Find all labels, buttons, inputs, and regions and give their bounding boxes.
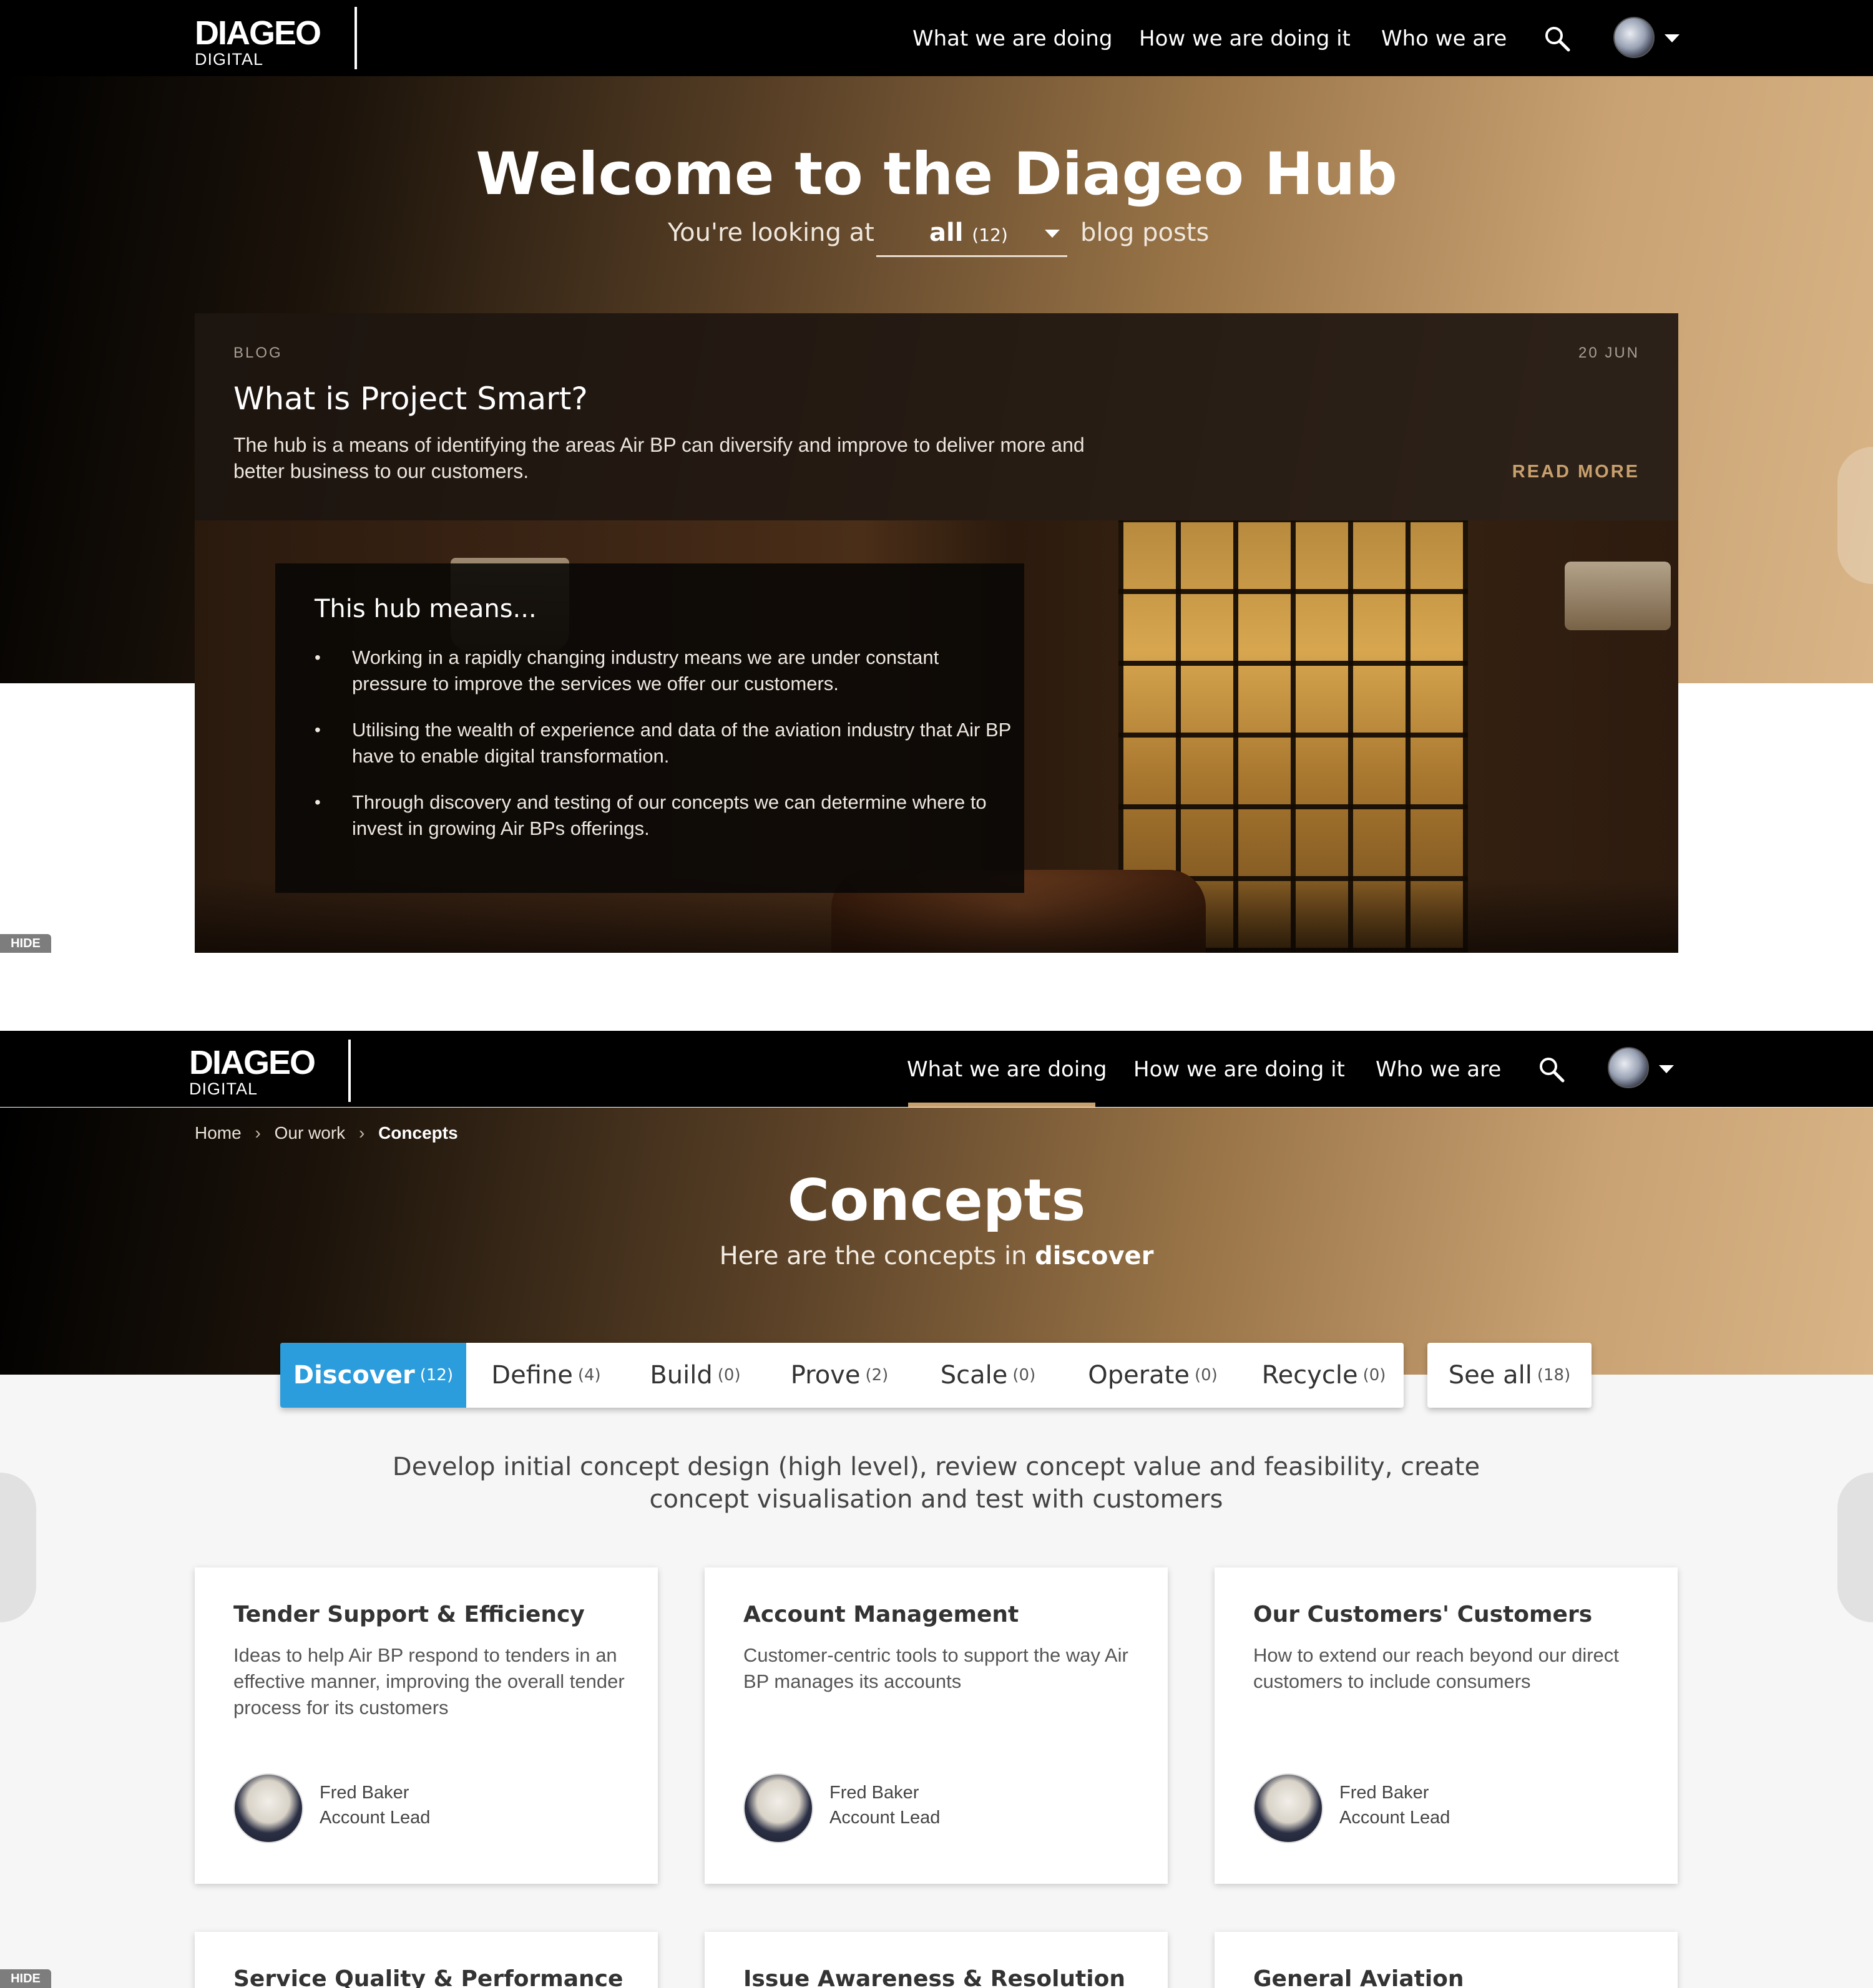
hero-banner [0, 1108, 1873, 1375]
list-item: Through discovery and testing of our con… [315, 789, 1014, 842]
nav-link-what-we-are-doing[interactable]: What we are doing [907, 1057, 1107, 1082]
search-icon[interactable] [1538, 1056, 1565, 1083]
owner-name: Fred Baker [320, 1783, 409, 1803]
concept-title: Account Management [743, 1602, 1019, 1627]
search-icon[interactable] [1543, 25, 1571, 52]
owner-role: Account Lead [1339, 1808, 1450, 1828]
page-title: Concepts [787, 1167, 1086, 1234]
post-title[interactable]: What is Project Smart? [233, 381, 588, 417]
breadcrumb-separator: › [358, 1123, 365, 1143]
logo-subtitle: DIGITAL [195, 50, 264, 69]
chevron-down-icon[interactable] [1659, 1065, 1674, 1073]
hide-button[interactable]: HIDE [0, 1969, 51, 1988]
breadcrumb-home[interactable]: Home [195, 1123, 242, 1143]
chevron-down-icon[interactable] [1665, 34, 1680, 42]
post-filter-select[interactable]: all (12) [876, 218, 1067, 257]
concept-title: Service Quality & Performance [233, 1966, 624, 1988]
owner-name: Fred Baker [829, 1783, 919, 1803]
concept-card[interactable]: Tender Support & Efficiency Ideas to hel… [195, 1567, 658, 1884]
breadcrumb-our-work[interactable]: Our work [275, 1123, 346, 1143]
user-avatar[interactable] [1608, 1047, 1649, 1088]
logo-divider [355, 7, 357, 69]
page-subtitle: Here are the concepts in discover [719, 1242, 1154, 1270]
post-date: 20 JUN [1578, 344, 1640, 361]
tab-prove[interactable]: Prove (2) [765, 1343, 914, 1408]
nav-link-how-we-are-doing-it[interactable]: How we are doing it [1139, 26, 1351, 51]
nav-link-how-we-are-doing-it[interactable]: How we are doing it [1133, 1057, 1345, 1082]
lamp-shape [1565, 562, 1671, 630]
tab-define[interactable]: Define (4) [466, 1343, 626, 1408]
featured-post-card[interactable]: BLOG 20 JUN What is Project Smart? The h… [195, 313, 1678, 520]
top-nav: DIAGEO DIGITAL What we are doing How we … [0, 1031, 1873, 1107]
avatar [1253, 1773, 1323, 1843]
concept-card[interactable]: General Aviation [1215, 1932, 1678, 1988]
top-nav: DIAGEO DIGITAL What we are doing How we … [0, 0, 1873, 76]
owner-role: Account Lead [320, 1808, 431, 1828]
breadcrumb-concepts: Concepts [378, 1123, 458, 1143]
concept-card[interactable]: Account Management Customer-centric tool… [705, 1567, 1168, 1884]
see-all-button[interactable]: See all (18) [1427, 1343, 1592, 1408]
hub-means-box: This hub means... Working in a rapidly c… [275, 563, 1024, 893]
tab-scale[interactable]: Scale (0) [914, 1343, 1062, 1408]
filter-prefix: You're looking at [668, 218, 874, 247]
diageo-logo[interactable]: DIAGEO DIGITAL [195, 14, 321, 69]
hub-means-heading: This hub means... [315, 595, 537, 623]
concept-card[interactable]: Our Customers' Customers How to extend o… [1215, 1567, 1678, 1884]
stage-tabs: Discover (12) Define (4) Build (0) Prove (2)… [280, 1343, 1404, 1408]
concept-description: Ideas to help Air BP respond to tenders … [233, 1644, 625, 1718]
concept-card[interactable]: Service Quality & Performance [195, 1932, 658, 1988]
logo-wordmark: DIAGEO [189, 1044, 316, 1081]
concept-description: Customer-centric tools to support the wa… [743, 1644, 1128, 1692]
concept-title: General Aviation [1253, 1966, 1464, 1988]
breadcrumb-separator: › [255, 1123, 261, 1143]
filter-suffix: blog posts [1080, 218, 1210, 247]
read-more-link[interactable]: READ MORE [1512, 462, 1640, 482]
concept-title: Our Customers' Customers [1253, 1602, 1593, 1627]
stage-description: Develop initial concept design (high lev… [392, 1453, 1480, 1514]
list-item: Working in a rapidly changing industry m… [315, 645, 1014, 697]
concept-description: How to extend our reach beyond our direc… [1253, 1644, 1619, 1692]
page-title: Welcome to the Diageo Hub [476, 140, 1397, 208]
tab-build[interactable]: Build (0) [626, 1343, 765, 1408]
concept-card[interactable]: Issue Awareness & Resolution [705, 1932, 1168, 1988]
hub-means-list: Working in a rapidly changing industry m… [315, 645, 1014, 862]
post-description: The hub is a means of identifying the ar… [233, 434, 1085, 482]
logo-wordmark: DIAGEO [195, 14, 321, 52]
tab-discover[interactable]: Discover (12) [280, 1343, 466, 1408]
carousel-next-handle[interactable] [1837, 1473, 1873, 1622]
concept-title: Issue Awareness & Resolution [743, 1966, 1125, 1988]
list-item: Utilising the wealth of experience and d… [315, 717, 1014, 769]
logo-subtitle: DIGITAL [189, 1079, 258, 1098]
concept-title: Tender Support & Efficiency [233, 1602, 585, 1627]
tab-recycle[interactable]: Recycle (0) [1244, 1343, 1404, 1408]
filter-value: all (12) [929, 218, 1008, 247]
carousel-prev-handle[interactable] [0, 1473, 36, 1622]
active-nav-indicator [908, 1103, 1095, 1107]
diageo-logo[interactable]: DIAGEO DIGITAL [189, 1044, 316, 1098]
hide-button[interactable]: HIDE [0, 934, 51, 953]
avatar [743, 1773, 813, 1843]
nav-link-what-we-are-doing[interactable]: What we are doing [912, 26, 1112, 51]
post-category: BLOG [233, 344, 283, 361]
chevron-down-icon [1045, 230, 1060, 238]
nav-link-who-we-are[interactable]: Who we are [1381, 26, 1507, 51]
carousel-next-handle[interactable] [1837, 447, 1873, 584]
logo-divider [348, 1040, 351, 1102]
breadcrumb: Home › Our work › Concepts [195, 1123, 467, 1143]
owner-name: Fred Baker [1339, 1783, 1429, 1803]
user-avatar[interactable] [1613, 17, 1655, 58]
page-separator [0, 953, 1873, 1031]
nav-link-who-we-are[interactable]: Who we are [1376, 1057, 1501, 1082]
avatar [233, 1773, 303, 1843]
tab-operate[interactable]: Operate (0) [1062, 1343, 1244, 1408]
owner-role: Account Lead [829, 1808, 941, 1828]
